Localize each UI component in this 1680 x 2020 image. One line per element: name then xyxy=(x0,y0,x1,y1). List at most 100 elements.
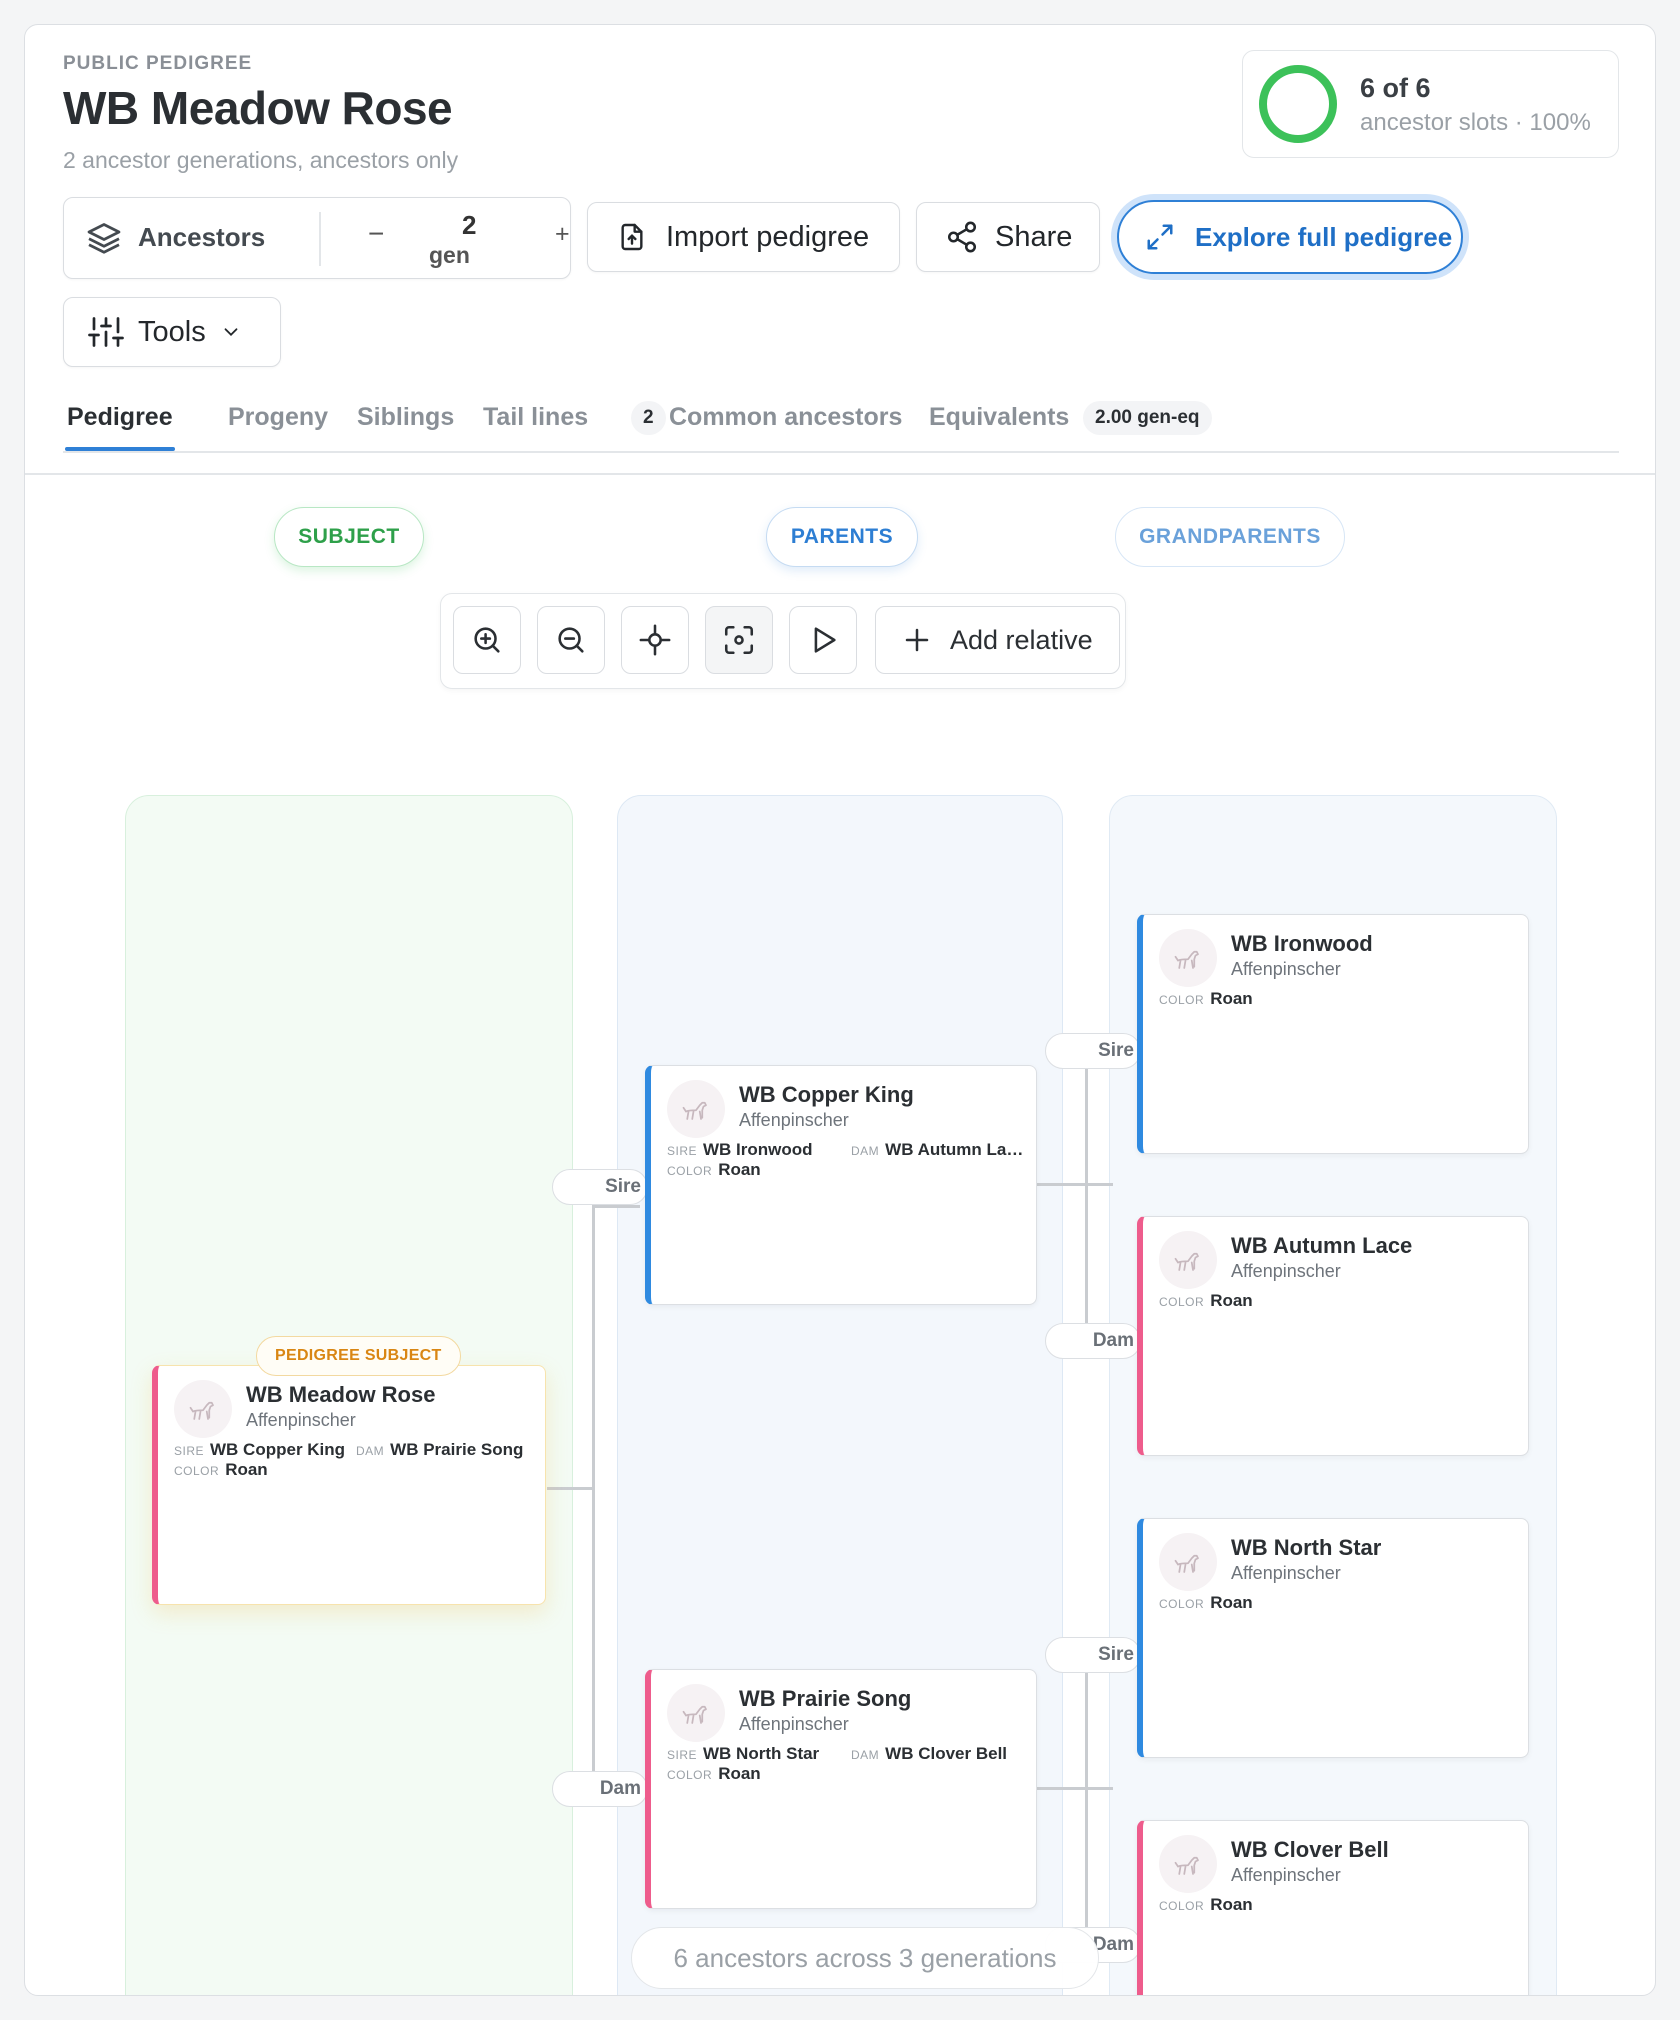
field-key: COLOR xyxy=(1159,1295,1205,1309)
dam-field: DAM WB Autumn La… xyxy=(851,1140,1023,1160)
generation-label-subject: SUBJECT xyxy=(274,507,424,567)
mode-label[interactable]: Ancestors xyxy=(138,222,265,253)
tab-common-ancestors[interactable]: Common ancestors xyxy=(669,403,902,432)
tools-label: Tools xyxy=(138,315,206,348)
grandparent-card-dam[interactable]: WB Clover Bell Affenpinscher COLOR Roan xyxy=(1137,1820,1529,1995)
color-field: COLOR Roan xyxy=(667,1764,761,1784)
dog-breed: Affenpinscher xyxy=(739,1714,849,1734)
color-field: COLOR Roan xyxy=(667,1160,761,1180)
sire-value: WB Copper King xyxy=(210,1440,346,1459)
import-pedigree-button[interactable]: Import pedigree xyxy=(587,202,900,272)
color-value: Roan xyxy=(1210,1895,1253,1914)
field-key: SIRE xyxy=(667,1144,698,1158)
canvas-toolbar: Add relative xyxy=(440,593,1126,689)
parent-card-sire[interactable]: WB Copper King Affenpinscher SIRE WB Iron… xyxy=(645,1065,1037,1305)
dog-name: WB Prairie Song xyxy=(739,1686,912,1711)
color-field: COLOR Roan xyxy=(1159,1895,1253,1915)
tab-progeny[interactable]: Progeny xyxy=(228,403,328,432)
file-upload-icon xyxy=(621,223,643,251)
sliders-icon xyxy=(88,317,124,347)
parent-card-dam[interactable]: WB Prairie Song Affenpinscher SIRE WB Nor… xyxy=(645,1669,1037,1909)
decrease-generations-button[interactable]: − xyxy=(368,218,384,250)
sire-field: SIRE WB Ironwood xyxy=(667,1140,813,1160)
grandparent-card-sire[interactable]: WB Ironwood Affenpinscher COLOR Roan xyxy=(1137,914,1529,1154)
share-button[interactable]: Share xyxy=(916,202,1100,272)
divider xyxy=(319,212,321,266)
expand-icon xyxy=(1147,224,1173,250)
connector-line xyxy=(1037,1183,1113,1186)
dam-value: WB Autumn La… xyxy=(885,1140,1024,1159)
sire-value: WB North Star xyxy=(703,1744,820,1763)
color-value: Roan xyxy=(718,1764,761,1783)
tab-tail-lines[interactable]: Tail lines xyxy=(483,403,588,432)
zoom-out-icon xyxy=(558,627,584,653)
dog-name: WB Clover Bell xyxy=(1231,1837,1389,1862)
slots-caption: ancestor slots · 100% xyxy=(1360,109,1591,136)
tab-pedigree[interactable]: Pedigree xyxy=(67,403,173,432)
slots-count: 6 of 6 xyxy=(1360,73,1431,103)
fit-view-button[interactable] xyxy=(705,606,773,674)
share-label: Share xyxy=(995,220,1073,253)
dog-name: WB Ironwood xyxy=(1231,931,1373,956)
share-icon xyxy=(947,221,977,253)
tab-siblings[interactable]: Siblings xyxy=(357,403,454,432)
dog-icon xyxy=(667,1080,725,1138)
explore-full-pedigree-button[interactable]: Explore full pedigree xyxy=(1117,200,1463,274)
tail-lines-count-badge: 2 xyxy=(631,401,666,435)
add-relative-button[interactable]: Add relative xyxy=(875,606,1120,674)
dam-value: WB Clover Bell xyxy=(885,1744,1008,1763)
generation-label-grandparents: GRANDPARENTS xyxy=(1115,507,1345,567)
zoom-in-button[interactable] xyxy=(453,606,521,674)
tools-menu-button[interactable]: Tools xyxy=(63,297,281,367)
tab-equivalents[interactable]: Equivalents xyxy=(929,403,1069,432)
completion-ring-icon xyxy=(1259,65,1337,143)
field-key: DAM xyxy=(356,1444,385,1458)
connector-line xyxy=(592,1205,640,1208)
play-icon xyxy=(814,627,836,653)
dog-name: WB Meadow Rose xyxy=(246,1382,436,1407)
zoom-out-button[interactable] xyxy=(537,606,605,674)
tabs-divider xyxy=(63,451,1619,453)
dog-name: WB Autumn Lace xyxy=(1231,1233,1413,1258)
active-tab-indicator xyxy=(65,447,175,451)
edge-label-sire: Sire xyxy=(552,1169,648,1205)
field-key: DAM xyxy=(851,1144,880,1158)
dog-icon xyxy=(1159,1231,1217,1289)
play-button[interactable] xyxy=(789,606,857,674)
color-field: COLOR Roan xyxy=(1159,1593,1253,1613)
explore-label: Explore full pedigree xyxy=(1195,221,1453,252)
import-pedigree-label: Import pedigree xyxy=(666,220,870,253)
page-eyebrow: PUBLIC PEDIGREE xyxy=(63,53,253,74)
canvas-divider xyxy=(25,473,1655,475)
generation-label-parents: PARENTS xyxy=(766,507,918,567)
field-key: COLOR xyxy=(1159,1597,1205,1611)
plus-icon xyxy=(905,628,929,652)
layers-icon xyxy=(86,220,122,264)
dog-icon xyxy=(1159,929,1217,987)
connector-line xyxy=(592,1205,595,1799)
dog-breed: Affenpinscher xyxy=(1231,959,1341,979)
edge-label-dam: Dam xyxy=(552,1771,648,1807)
field-key: COLOR xyxy=(1159,993,1205,1007)
dam-field: DAM WB Prairie Song xyxy=(356,1440,523,1460)
color-value: Roan xyxy=(1210,989,1253,1008)
ancestor-summary: 6 ancestors across 3 generations xyxy=(631,1927,1099,1989)
field-key: DAM xyxy=(851,1748,880,1762)
generation-value: 2 xyxy=(462,210,477,240)
connector-line xyxy=(1037,1787,1113,1790)
grandparent-card-dam[interactable]: WB Autumn Lace Affenpinscher COLOR Roan xyxy=(1137,1216,1529,1456)
sire-field: SIRE WB North Star xyxy=(667,1744,819,1764)
color-field: COLOR Roan xyxy=(1159,989,1253,1009)
increase-generations-button[interactable]: + xyxy=(555,220,570,249)
edge-label-sire: Sire xyxy=(1045,1033,1141,1069)
tab-bar: Pedigree Progeny Siblings Tail lines 2 C… xyxy=(63,401,1619,439)
field-key: COLOR xyxy=(667,1768,713,1782)
dog-icon xyxy=(1159,1835,1217,1893)
color-value: Roan xyxy=(225,1460,268,1479)
field-key: SIRE xyxy=(667,1748,698,1762)
grandparent-card-sire[interactable]: WB North Star Affenpinscher COLOR Roan xyxy=(1137,1518,1529,1758)
pedigree-subject-card[interactable]: PEDIGREE SUBJECT WB Meadow Rose Affenpin… xyxy=(152,1336,546,1605)
field-key: COLOR xyxy=(667,1164,713,1178)
dog-name: WB North Star xyxy=(1231,1535,1382,1560)
center-button[interactable] xyxy=(621,606,689,674)
